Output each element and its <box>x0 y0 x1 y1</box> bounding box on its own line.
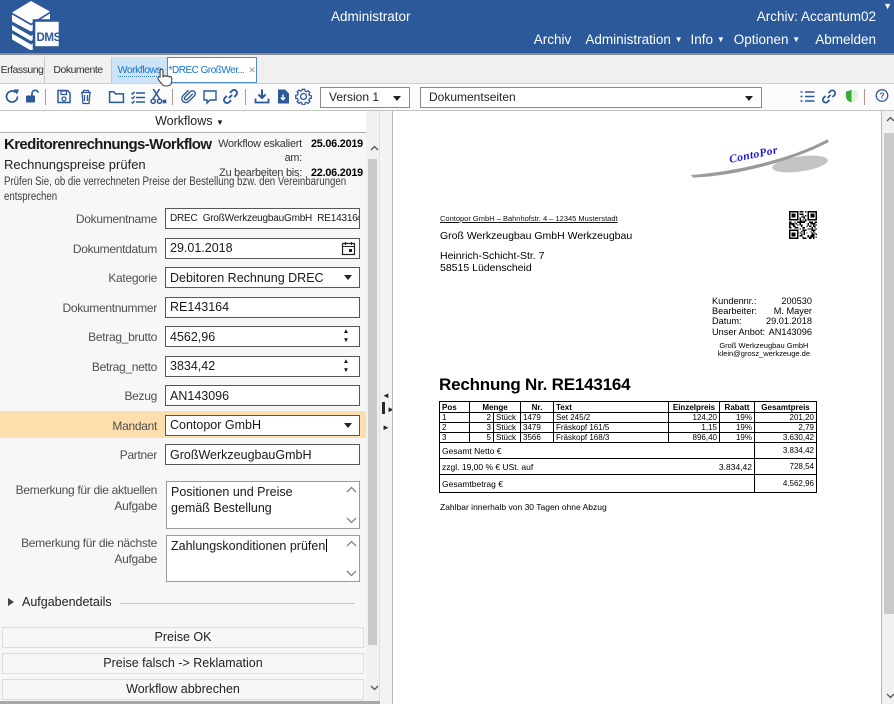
svg-text:DMS: DMS <box>37 32 62 44</box>
svg-text:?: ? <box>879 91 884 101</box>
